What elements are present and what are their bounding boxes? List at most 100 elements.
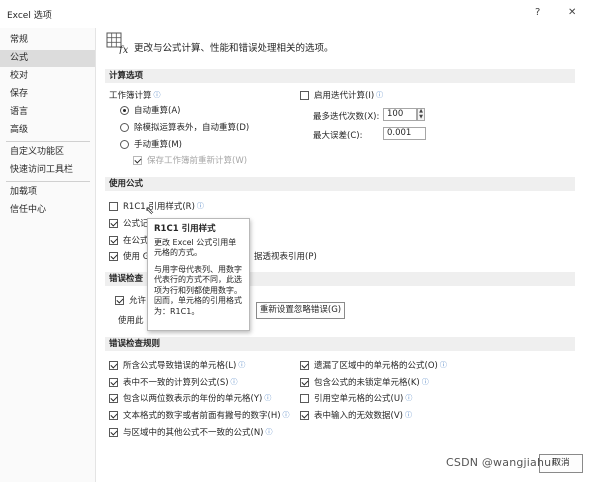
recalc-before-save-label: 保存工作簿前重新计算(W) — [147, 156, 248, 166]
formula-autocomplete-checkbox[interactable]: 公式记 — [109, 217, 149, 229]
checkbox[interactable] — [109, 360, 118, 370]
table-names-checkbox[interactable]: 在公式 — [109, 234, 149, 246]
r1c1-label: R1C1 引用样式(R) — [123, 202, 195, 212]
checkbox[interactable] — [300, 410, 309, 420]
radio-auto-except-tables[interactable]: 除模拟运算表外，自动重算(D) — [120, 121, 249, 133]
info-icon: ⓘ — [265, 428, 273, 436]
tooltip-detail: 与用字母代表列、用数字代表行的方式不同，此选项为行和列都使用数字。因而，单元格的… — [154, 264, 242, 316]
rule-checkbox[interactable]: 表中输入的无效数据(V) ⓘ — [300, 409, 412, 421]
sidebar-divider — [6, 181, 90, 182]
info-icon: ⓘ — [405, 394, 413, 402]
checkbox[interactable] — [300, 360, 309, 370]
r1c1-tooltip: R1C1 引用样式 更改 Excel 公式引用单元格的方式。 与用字母代表列、用… — [147, 218, 250, 331]
checkbox[interactable] — [109, 393, 118, 403]
checkbox[interactable] — [133, 155, 142, 165]
rule-label: 包含公式的未锁定单元格(K) — [314, 378, 420, 388]
sidebar: 常规 公式 校对 保存 语言 高级 自定义功能区 快速访问工具栏 加载项 信任中… — [0, 28, 96, 482]
rule-checkbox[interactable]: 表中不一致的计算列公式(S) ⓘ — [109, 376, 238, 388]
rule-checkbox[interactable]: 文本格式的数字或者前面有撇号的数字(H) ⓘ — [109, 409, 290, 421]
watermark: CSDN @wangjiahui — [446, 456, 555, 469]
getpivotdata-label-tail: 据透视表引用(P) — [254, 252, 317, 262]
info-icon: ⓘ — [196, 202, 204, 210]
checkbox[interactable] — [300, 393, 309, 403]
radio-manual-calc[interactable]: 手动重算(M) — [120, 138, 182, 150]
max-iterations-spinner[interactable]: ▲ ▼ — [417, 108, 425, 121]
checkbox[interactable] — [109, 427, 118, 437]
window-title: Excel 选项 — [7, 11, 52, 21]
tooltip-title: R1C1 引用样式 — [154, 224, 216, 234]
info-icon: ⓘ — [230, 378, 238, 386]
rule-label: 与区域中的其他公式不一致的公式(N) — [123, 428, 264, 438]
sidebar-item-proofing[interactable]: 校对 — [0, 68, 95, 85]
background-error-checking-label: 允许 — [129, 296, 147, 306]
rule-label: 文本格式的数字或者前面有撇号的数字(H) — [123, 411, 281, 421]
radio-button[interactable] — [120, 139, 129, 149]
section-working-with-formulas: 使用公式 — [105, 177, 575, 191]
checkbox[interactable] — [115, 295, 124, 305]
sidebar-item-add-ins[interactable]: 加载项 — [0, 184, 95, 201]
sidebar-divider — [6, 141, 90, 142]
rule-checkbox[interactable]: 引用空单元格的公式(U) ⓘ — [300, 392, 412, 404]
title-bar: Excel 选项 ? ✕ — [0, 0, 593, 28]
max-change-label: 最大误差(C): — [313, 131, 363, 141]
rule-label: 遗漏了区域中的单元格的公式(O) — [314, 361, 438, 371]
r1c1-checkbox[interactable]: R1C1 引用样式(R) ⓘ — [109, 200, 204, 212]
checkbox[interactable] — [300, 90, 309, 100]
radio-auto-except-label: 除模拟运算表外，自动重算(D) — [134, 123, 250, 133]
sidebar-item-trust-center[interactable]: 信任中心 — [0, 202, 95, 219]
rule-checkbox[interactable]: 包含以两位数表示的年份的单元格(Y) ⓘ — [109, 392, 271, 404]
close-icon[interactable]: ✕ — [568, 7, 576, 18]
rule-label: 包含以两位数表示的年份的单元格(Y) — [123, 394, 263, 404]
reset-ignored-errors-button[interactable]: 重新设置忽略错误(G) — [256, 302, 345, 319]
checkbox[interactable] — [109, 251, 118, 261]
radio-button[interactable] — [120, 105, 129, 115]
table-names-label: 在公式 — [123, 236, 149, 246]
radio-button[interactable] — [120, 122, 129, 132]
info-icon: ⓘ — [376, 91, 384, 99]
getpivotdata-label: 使用 G — [123, 252, 150, 262]
rule-checkbox[interactable]: 与区域中的其他公式不一致的公式(N) ⓘ — [109, 426, 273, 438]
info-icon: ⓘ — [282, 411, 290, 419]
help-icon[interactable]: ? — [535, 7, 540, 18]
radio-auto-calc[interactable]: 自动重算(A) — [120, 104, 180, 116]
info-icon: ⓘ — [264, 394, 272, 402]
info-icon: ⓘ — [439, 361, 447, 369]
checkbox[interactable] — [109, 201, 118, 211]
getpivotdata-checkbox[interactable]: 使用 G — [109, 250, 149, 262]
checkbox[interactable] — [109, 377, 118, 387]
sidebar-item-advanced[interactable]: 高级 — [0, 122, 95, 139]
sidebar-item-quick-access-toolbar[interactable]: 快速访问工具栏 — [0, 162, 95, 179]
rule-checkbox[interactable]: 包含公式的未锁定单元格(K) ⓘ — [300, 376, 429, 388]
rule-checkbox[interactable]: 遗漏了区域中的单元格的公式(O) ⓘ — [300, 359, 447, 371]
checkbox[interactable] — [109, 410, 118, 420]
sidebar-item-language[interactable]: 语言 — [0, 104, 95, 121]
max-change-input[interactable]: 0.001 — [383, 127, 426, 140]
error-indicator-color-label: 使用此 — [118, 316, 144, 326]
checkbox[interactable] — [109, 235, 118, 245]
rule-label: 表中输入的无效数据(V) — [314, 411, 403, 421]
max-iterations-input[interactable]: 100 — [383, 108, 417, 121]
rule-label: 表中不一致的计算列公式(S) — [123, 378, 229, 388]
iterative-calc-checkbox[interactable]: 启用迭代计算(I) ⓘ — [300, 89, 383, 101]
mouse-cursor-icon: ⇖ — [145, 204, 155, 217]
sidebar-item-customize-ribbon[interactable]: 自定义功能区 — [0, 144, 95, 161]
background-error-checking-checkbox[interactable]: 允许 — [115, 294, 146, 306]
sidebar-item-save[interactable]: 保存 — [0, 86, 95, 103]
rule-checkbox[interactable]: 所含公式导致错误的单元格(L) ⓘ — [109, 359, 245, 371]
svg-text:fx: fx — [118, 45, 128, 54]
info-icon: ⓘ — [153, 91, 161, 99]
section-error-checking-rules: 错误检查规则 — [105, 337, 575, 351]
info-icon: ⓘ — [404, 411, 412, 419]
recalc-before-save-checkbox[interactable]: 保存工作簿前重新计算(W) — [133, 154, 247, 166]
info-icon: ⓘ — [421, 378, 429, 386]
checkbox[interactable] — [300, 377, 309, 387]
workbook-calc-text: 工作簿计算 — [109, 91, 152, 101]
section-calc-options: 计算选项 — [105, 69, 575, 83]
tooltip-description: 更改 Excel 公式引用单元格的方式。 — [154, 237, 237, 258]
sidebar-item-formulas[interactable]: 公式 — [0, 50, 95, 67]
checkbox[interactable] — [109, 218, 118, 228]
sidebar-item-general[interactable]: 常规 — [0, 32, 95, 49]
rule-label: 所含公式导致错误的单元格(L) — [123, 361, 237, 371]
radio-manual-label: 手动重算(M) — [134, 140, 182, 150]
workbook-calc-label: 工作簿计算 ⓘ — [109, 89, 161, 101]
